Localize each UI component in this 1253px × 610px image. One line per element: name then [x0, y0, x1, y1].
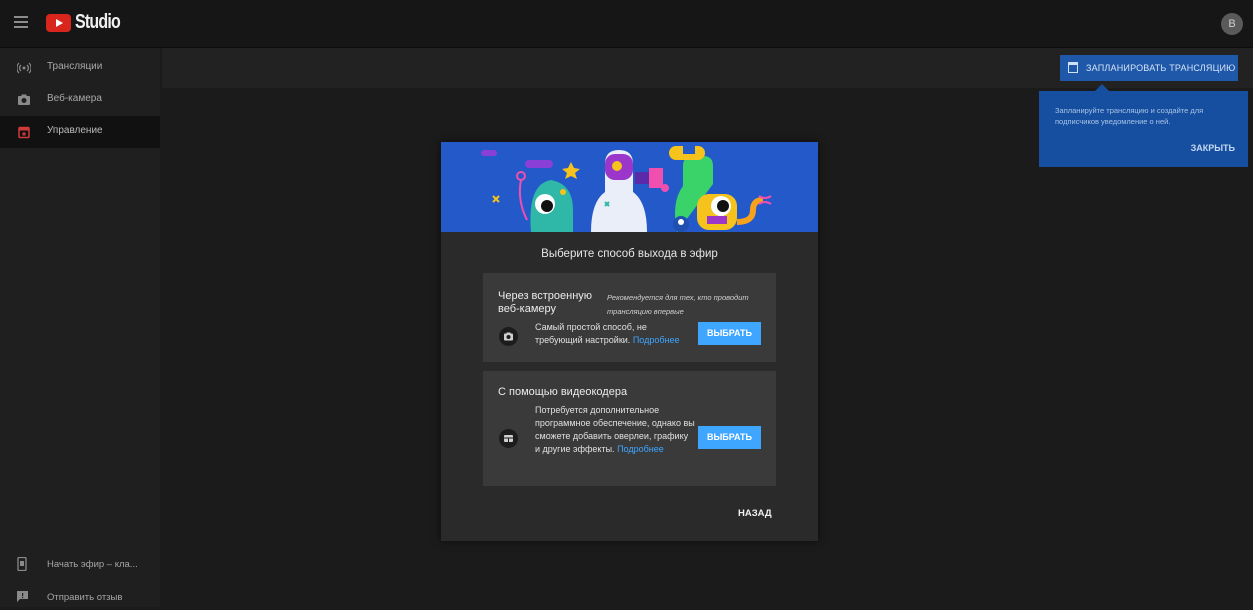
camera-icon — [17, 93, 31, 107]
banner-illustration — [441, 142, 818, 232]
sidebar-item-label: Трансляции — [47, 61, 103, 72]
youtube-logo-icon[interactable] — [46, 14, 71, 32]
schedule-stream-button[interactable]: ЗАПЛАНИРОВАТЬ ТРАНСЛЯЦИЮ — [1060, 55, 1238, 81]
tooltip-text: Запланируйте трансляцию и создайте для п… — [1055, 106, 1204, 126]
menu-icon[interactable] — [14, 16, 28, 28]
sidebar-item-feedback[interactable]: Отправить отзыв — [0, 586, 160, 610]
select-encoder-button[interactable]: ВЫБРАТЬ — [698, 426, 761, 449]
option-title: Через встроенную веб-камеру — [498, 290, 593, 315]
sidebar-item-label: Управление — [47, 125, 103, 136]
sidebar-item-label: Отправить отзыв — [47, 592, 123, 603]
learn-more-link[interactable]: Подробнее — [617, 444, 664, 454]
sidebar-item-label: Веб-камера — [47, 93, 102, 104]
option-description-text: Самый простой способ, не требующий настр… — [535, 322, 647, 345]
app-name[interactable]: Studio — [75, 11, 121, 34]
broadcast-icon — [16, 61, 32, 75]
avatar[interactable]: В — [1221, 13, 1243, 35]
back-button[interactable]: НАЗАД — [738, 508, 772, 519]
feedback-icon — [16, 590, 28, 604]
sidebar-item-start-stream[interactable]: Начать эфир – кла... — [0, 553, 160, 577]
calendar-icon — [1068, 62, 1078, 73]
sidebar-item-manage[interactable]: Управление — [0, 116, 160, 148]
tooltip-close-button[interactable]: ЗАКРЫТЬ — [1191, 143, 1235, 153]
option-description: Самый простой способ, не требующий настр… — [535, 321, 695, 347]
sidebar-item-label: Начать эфир – кла... — [47, 559, 138, 570]
learn-more-link[interactable]: Подробнее — [633, 335, 680, 345]
sidebar-item-streams[interactable]: Трансляции — [0, 52, 160, 84]
option-title: С помощью видеокодера — [498, 386, 628, 398]
calendar-icon — [17, 125, 31, 139]
recommend-note: Рекомендуется для тех, кто проводит тран… — [607, 293, 749, 316]
option-card-webcam: Через встроенную веб-камеру Рекомендуетс… — [483, 273, 776, 362]
option-card-encoder: С помощью видеокодера Потребуется дополн… — [483, 371, 776, 486]
option-description: Потребуется дополнительное программное о… — [535, 404, 695, 456]
option-description-text: Потребуется дополнительное программное о… — [535, 405, 695, 454]
top-bar: Studio В — [0, 0, 1253, 48]
encoder-icon — [499, 429, 518, 448]
schedule-tooltip: Запланируйте трансляцию и создайте для п… — [1039, 84, 1248, 167]
phone-icon — [16, 556, 28, 572]
camera-icon — [499, 327, 518, 346]
dialog-title: Выберите способ выхода в эфир — [541, 248, 718, 260]
sidebar: Трансляции Веб-камера Управление Начать … — [0, 48, 160, 607]
schedule-button-label: ЗАПЛАНИРОВАТЬ ТРАНСЛЯЦИЮ — [1086, 63, 1236, 73]
sidebar-item-webcam[interactable]: Веб-камера — [0, 84, 160, 116]
select-webcam-button[interactable]: ВЫБРАТЬ — [698, 322, 761, 345]
stream-method-dialog: Выберите способ выхода в эфир Через встр… — [441, 142, 818, 541]
